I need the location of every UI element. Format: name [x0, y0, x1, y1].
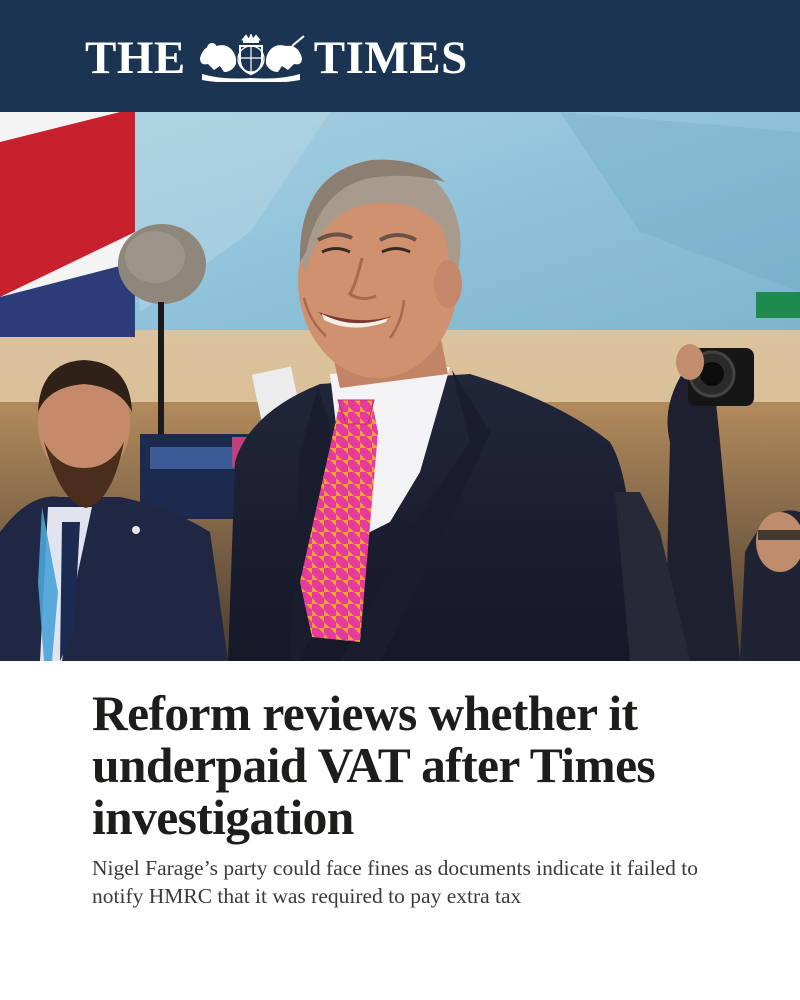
article-headline[interactable]: Reform reviews whether it underpaid VAT …: [92, 688, 732, 844]
logo-word-times: TIMES: [313, 31, 468, 84]
hero-photo[interactable]: [0, 112, 800, 661]
masthead: THE TIMES: [0, 0, 800, 112]
photo-scene: [0, 112, 800, 661]
article-teaser[interactable]: Reform reviews whether it underpaid VAT …: [92, 688, 732, 910]
article-standfirst: Nigel Farage’s party could face fines as…: [92, 856, 698, 908]
the-times-logo[interactable]: THE TIMES: [85, 28, 468, 88]
logo-word-the: THE: [85, 31, 186, 84]
royal-coat-of-arms-icon: [199, 34, 305, 82]
